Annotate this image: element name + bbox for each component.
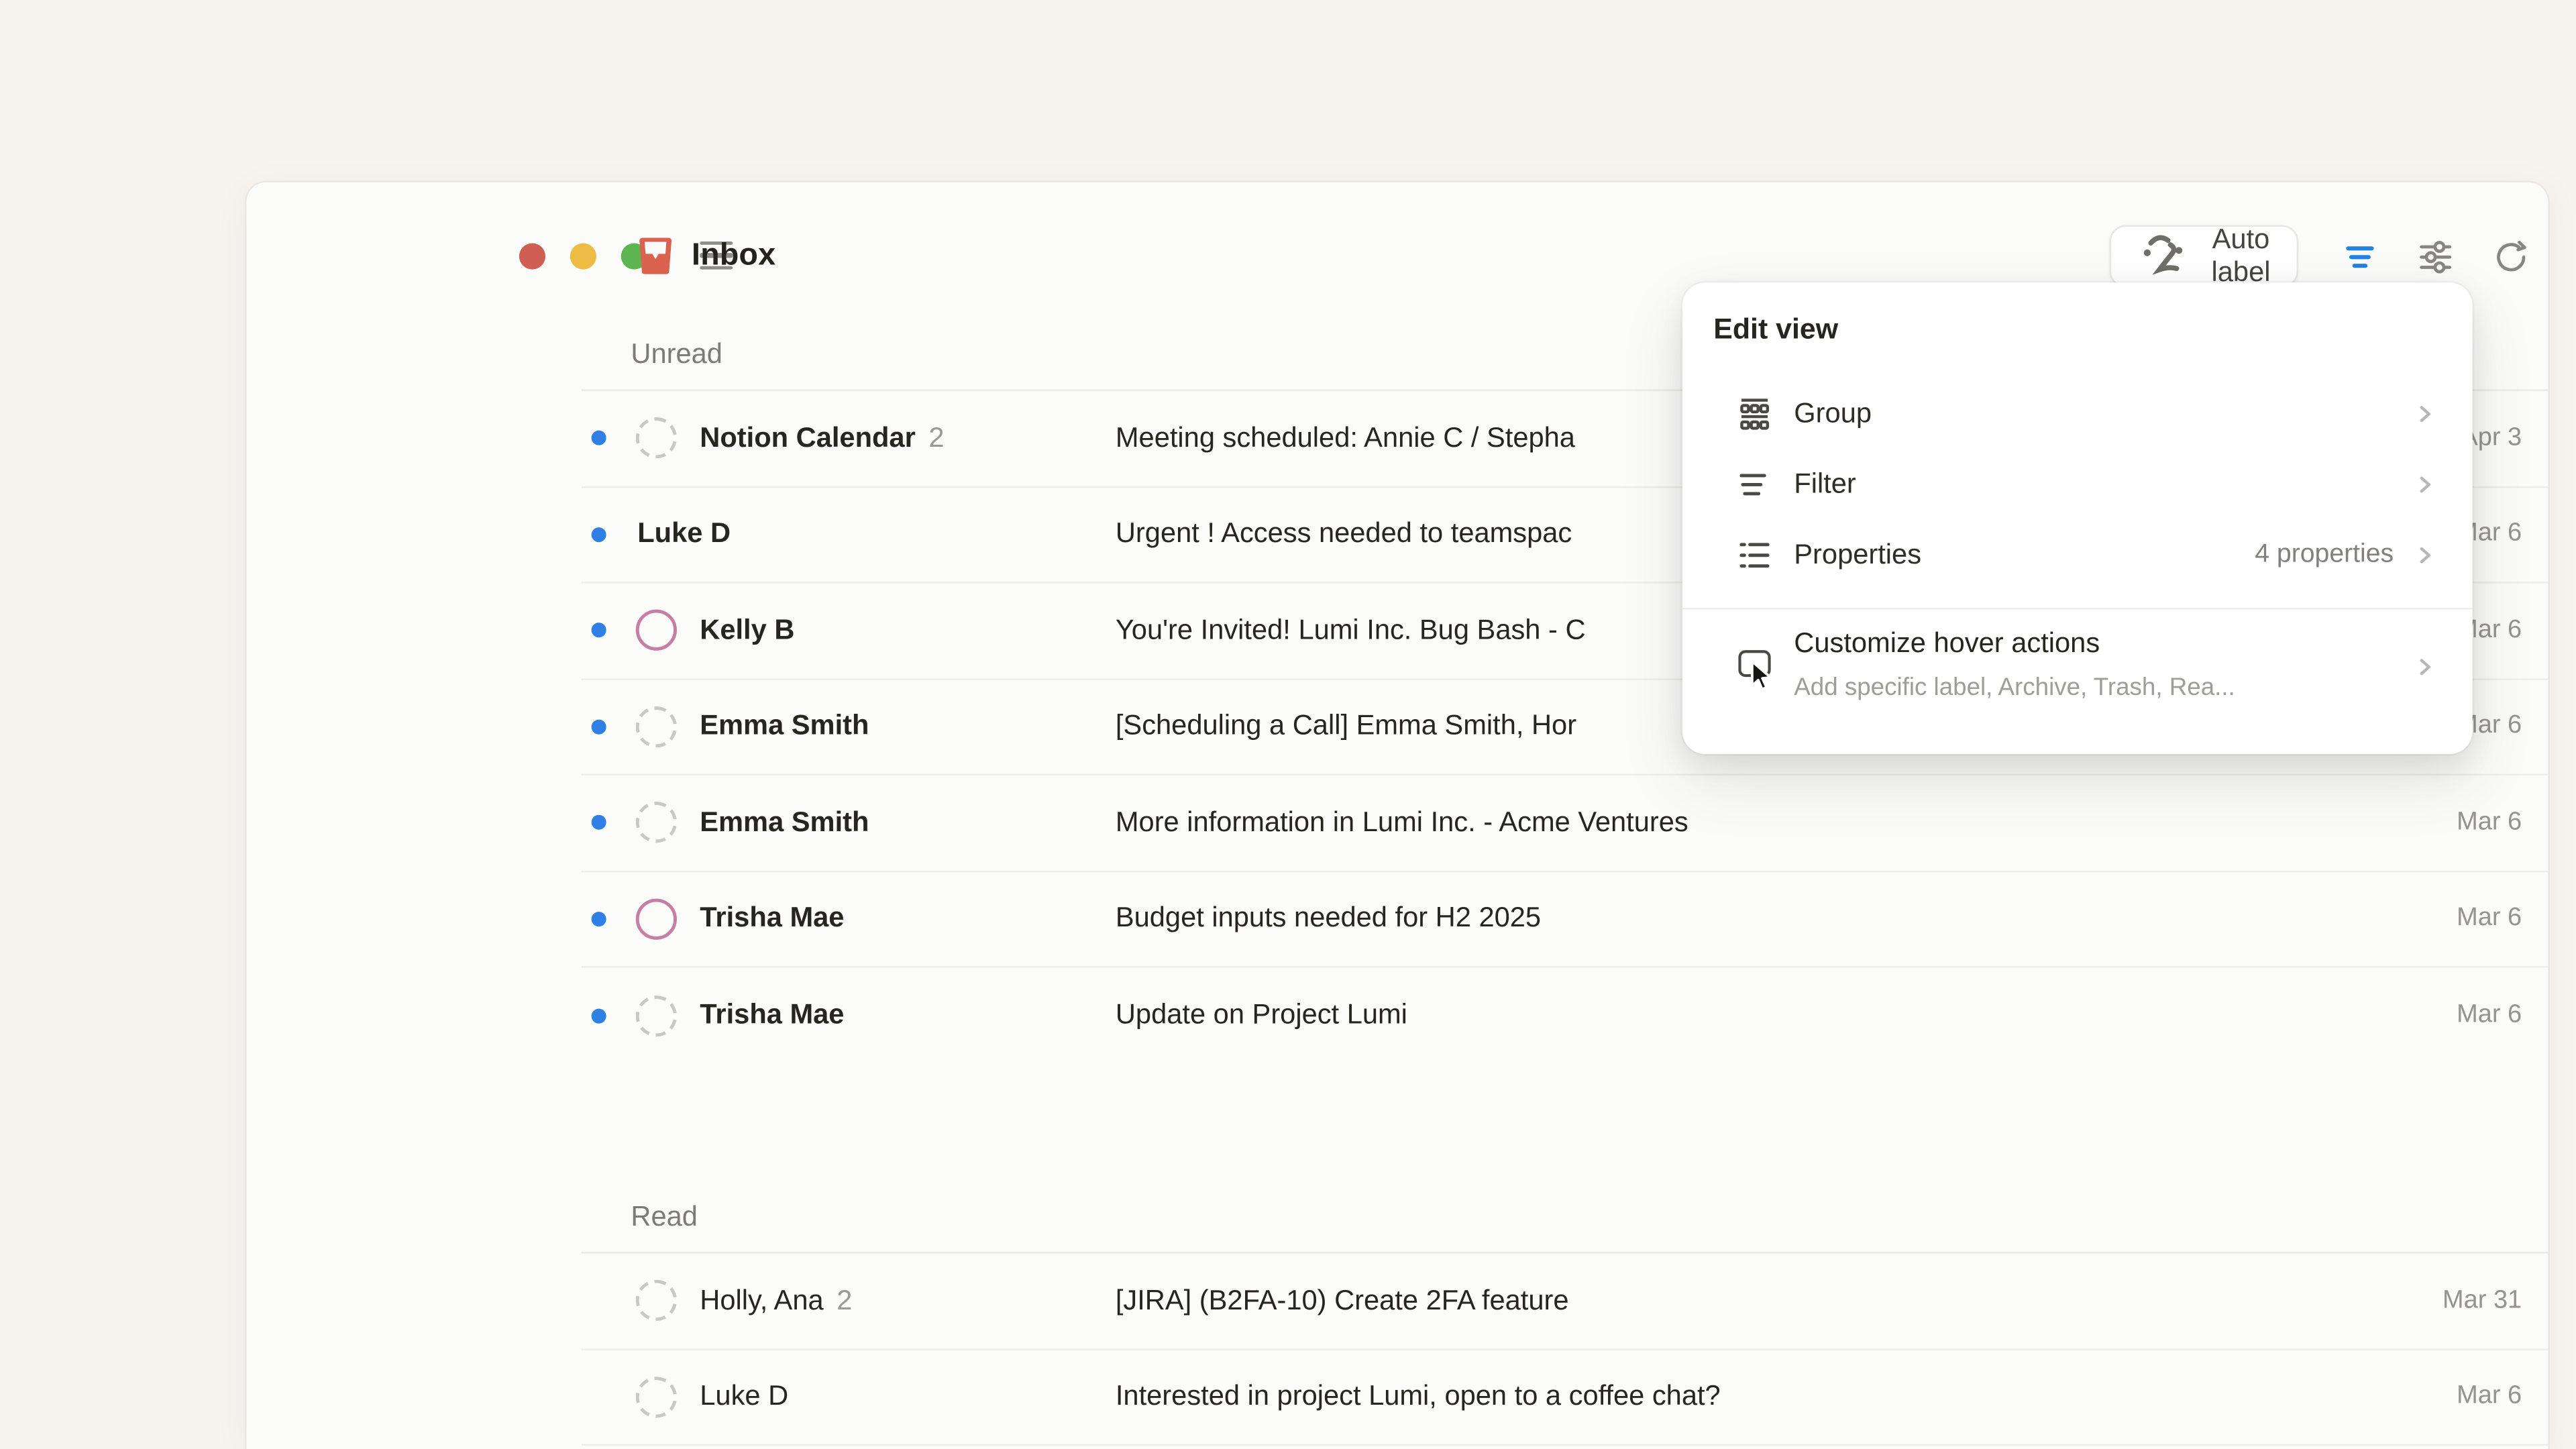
unread-indicator <box>590 431 605 445</box>
filter-icon[interactable] <box>2334 231 2383 280</box>
unread-indicator <box>590 623 605 638</box>
email-row[interactable]: Luke D Interested in project Lumi, open t… <box>582 1350 2548 1446</box>
chevron-right-icon <box>2414 655 2436 678</box>
email-subject: Update on Project Lumi <box>1116 1000 1407 1032</box>
email-date: Mar 6 <box>2457 904 2522 934</box>
thread-count: 2 <box>928 422 944 455</box>
customize-hover-actions-item[interactable]: Customize hover actions Add specific lab… <box>1682 610 2473 755</box>
avatar <box>635 802 676 843</box>
auto-label-button[interactable]: Auto label <box>2110 225 2298 288</box>
close-button[interactable] <box>519 243 545 269</box>
avatar <box>635 418 676 459</box>
display-settings-icon[interactable] <box>2410 231 2459 280</box>
email-sender: Emma Smith <box>700 710 869 743</box>
email-date: Mar 6 <box>2457 1001 2522 1030</box>
section-read: Read Holly, Ana 2 [JIRA] (B2FA-10) Create … <box>582 1186 2548 1446</box>
email-row[interactable]: Holly, Ana 2 [JIRA] (B2FA-10) Create 2FA f… <box>582 1254 2548 1350</box>
toolbar: Inbox Auto label <box>246 182 2548 296</box>
email-subject: Budget inputs needed for H2 2025 <box>1116 902 1541 935</box>
section-header-label: Unread <box>631 323 722 386</box>
refresh-icon[interactable] <box>2485 231 2534 280</box>
chevron-right-icon <box>2414 402 2436 425</box>
avatar <box>635 995 676 1036</box>
unread-indicator <box>590 912 605 926</box>
edit-view-panel: Edit view Group Filter Properties 4 propert… <box>1682 282 2473 754</box>
chevron-right-icon <box>2414 543 2436 566</box>
email-row[interactable]: Trisha Mae Update on Project Lumi Mar 6 <box>582 967 2548 1063</box>
email-sender: Trisha Mae <box>700 1000 844 1032</box>
chevron-right-icon <box>2414 472 2436 495</box>
email-sender: Notion Calendar <box>700 422 916 455</box>
avatar <box>635 706 676 747</box>
unread-indicator <box>590 1008 605 1023</box>
email-row[interactable]: Trisha Mae Budget inputs needed for H2 20… <box>582 871 2548 967</box>
avatar <box>635 1377 676 1417</box>
email-subject: Meeting scheduled: Annie C / Stepha <box>1116 422 1575 455</box>
email-sender: Emma Smith <box>700 806 869 839</box>
email-date: Mar 31 <box>2443 1286 2522 1316</box>
customize-description: Add specific label, Archive, Trash, Rea.… <box>1794 674 2235 702</box>
unread-indicator <box>590 815 605 830</box>
inbox-title-group: Inbox <box>634 235 775 278</box>
email-subject: [Scheduling a Call] Emma Smith, Hor <box>1116 710 1576 743</box>
edit-view-item-properties[interactable]: Properties 4 properties <box>1682 519 2473 590</box>
minimize-button[interactable] <box>570 243 596 269</box>
avatar <box>635 610 676 651</box>
item-value: 4 properties <box>2255 539 2394 569</box>
email-row[interactable]: Emma Smith More information in Lumi Inc. … <box>582 775 2548 871</box>
filter-icon <box>1735 464 1774 504</box>
panel-title: Edit view <box>1713 312 1838 346</box>
email-sender: Kelly B <box>700 614 794 647</box>
section-header-label: Read <box>631 1186 698 1248</box>
item-label: Group <box>1794 396 1872 429</box>
item-label: Filter <box>1794 468 1856 500</box>
email-date: Mar 6 <box>2457 1382 2522 1411</box>
email-subject: [JIRA] (B2FA-10) Create 2FA feature <box>1116 1284 1569 1317</box>
traffic-lights <box>519 243 647 269</box>
unread-indicator <box>590 527 605 542</box>
screen: Inbox Auto label <box>0 0 2576 1449</box>
item-label: Properties <box>1794 538 1921 571</box>
avatar <box>635 1280 676 1321</box>
inbox-logo-icon <box>634 235 677 278</box>
properties-icon <box>1735 535 1774 574</box>
section-header: Read <box>582 1186 2548 1253</box>
edit-view-item-group[interactable]: Group <box>1682 378 2473 448</box>
toolbar-actions: Auto label <box>2110 225 2534 288</box>
edit-view-item-filter[interactable]: Filter <box>1682 449 2473 519</box>
avatar <box>635 898 676 939</box>
thread-count: 2 <box>837 1284 852 1317</box>
email-sender: Luke D <box>637 518 731 551</box>
mouse-cursor-icon <box>1741 655 1781 695</box>
email-sender: Luke D <box>700 1381 788 1413</box>
email-sender: Holly, Ana <box>700 1284 823 1317</box>
email-subject: You're Invited! Lumi Inc. Bug Bash - C <box>1116 614 1586 647</box>
unread-indicator <box>590 719 605 734</box>
group-icon <box>1735 394 1774 433</box>
customize-label: Customize hover actions <box>1794 628 2100 661</box>
email-sender: Trisha Mae <box>700 902 844 935</box>
page-title: Inbox <box>692 238 775 274</box>
auto-label-icon <box>2133 223 2198 288</box>
email-date: Mar 6 <box>2457 808 2522 837</box>
email-subject: Urgent ! Access needed to teamspac <box>1116 518 1572 551</box>
email-subject: More information in Lumi Inc. - Acme Ven… <box>1116 806 1688 839</box>
email-subject: Interested in project Lumi, open to a co… <box>1116 1381 1721 1413</box>
